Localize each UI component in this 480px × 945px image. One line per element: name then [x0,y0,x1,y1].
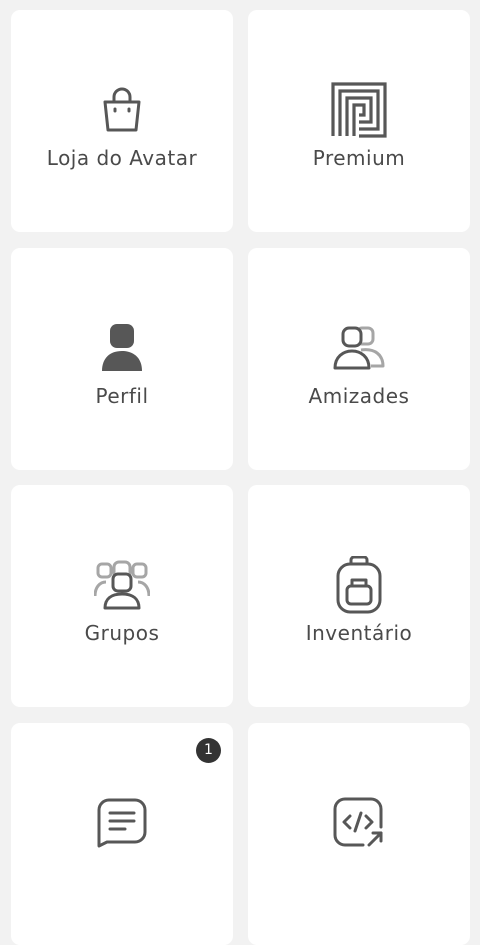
code-share-icon [331,795,387,851]
tile-label: Perfil [95,384,149,408]
message-icon [94,795,150,851]
tile-groups[interactable]: Grupos [11,485,233,707]
tile-label: Inventário [305,621,413,645]
tile-label: Amizades [308,384,410,408]
profile-icon [94,320,150,376]
tile-profile[interactable]: Perfil [11,248,233,470]
tile-friends[interactable]: Amizades [248,248,470,470]
shopping-bag-icon [94,82,150,138]
premium-icon [331,82,387,138]
notification-badge: 1 [196,738,221,763]
tile-inventory[interactable]: Inventário [248,485,470,707]
tile-code-share[interactable] [248,723,470,945]
tile-messages[interactable]: 1 [11,723,233,945]
tile-label: Premium [312,146,406,170]
tile-avatar-shop[interactable]: Loja do Avatar [11,10,233,232]
tile-label: Loja do Avatar [46,146,198,170]
backpack-icon [331,556,387,614]
tile-premium[interactable]: Premium [248,10,470,232]
tile-label: Grupos [84,621,160,645]
groups-icon [94,557,150,613]
friends-icon [331,320,387,376]
